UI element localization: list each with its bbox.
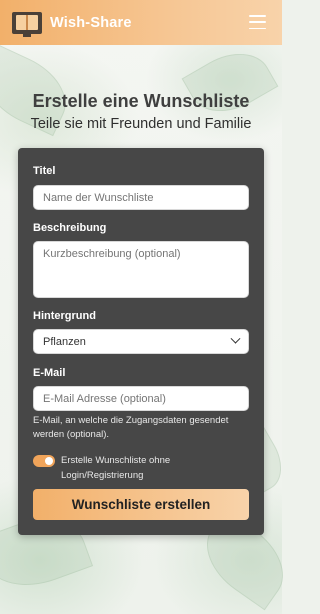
app-header: Wish-Share (0, 0, 282, 45)
background-label: Hintergrund (33, 310, 96, 322)
email-hint: E-Mail, an welche die Zugangsdaten gesen… (33, 415, 229, 440)
chevron-down-icon (230, 333, 241, 344)
page-subtitle: Teile sie mit Freunden und Familie (30, 116, 252, 132)
hamburger-menu-icon[interactable] (249, 15, 266, 29)
hero: Erstelle eine Wunschliste Teile sie mit … (0, 90, 282, 132)
title-input[interactable] (33, 185, 249, 210)
create-wishlist-button[interactable]: Wunschliste erstellen (33, 489, 249, 520)
email-label: E-Mail (33, 367, 66, 379)
no-login-toggle[interactable] (33, 455, 55, 467)
gift-logo-icon[interactable] (12, 11, 42, 37)
email-input[interactable] (33, 386, 249, 411)
description-textarea[interactable] (33, 241, 249, 298)
brand-name[interactable]: Wish-Share (50, 15, 132, 31)
description-label: Beschreibung (33, 222, 107, 234)
background-select-value: Pflanzen (43, 335, 86, 348)
background-select[interactable]: Pflanzen (33, 329, 249, 354)
page-title: Erstelle eine Wunschliste (32, 91, 250, 111)
title-label: Titel (33, 165, 56, 177)
no-login-toggle-label: Erstelle Wunschliste ohne Login/Registri… (61, 455, 171, 481)
create-wishlist-form: Titel Beschreibung Hintergrund Pflanzen … (18, 148, 264, 535)
